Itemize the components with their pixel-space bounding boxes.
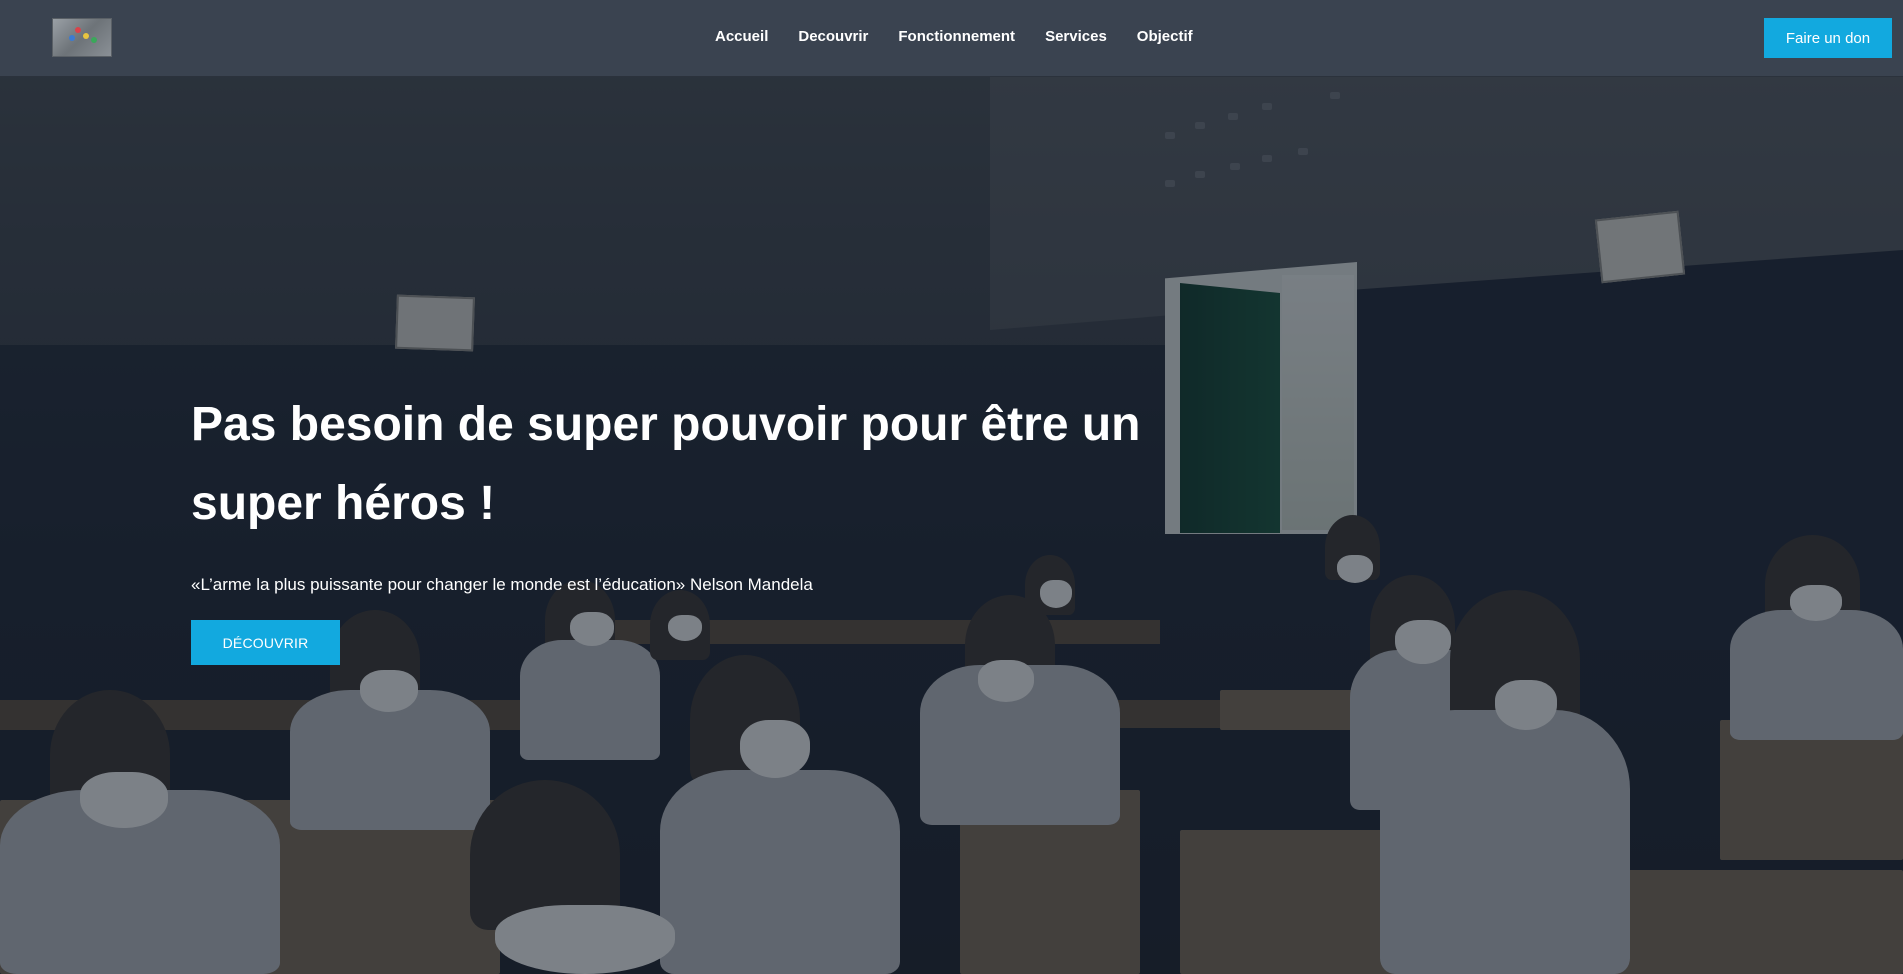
logo-dot	[83, 33, 89, 39]
nav-link-fonctionnement[interactable]: Fonctionnement	[898, 28, 1015, 45]
nav-link-services[interactable]: Services	[1045, 28, 1107, 45]
donate-button[interactable]: Faire un don	[1764, 18, 1892, 58]
organisation-logo-icon[interactable]	[52, 18, 112, 57]
main-navigation: Accueil Decouvrir Fonctionnement Service…	[715, 28, 1193, 45]
top-navbar: Accueil Decouvrir Fonctionnement Service…	[0, 0, 1903, 77]
hero-content: Pas besoin de super pouvoir pour être un…	[191, 385, 1191, 665]
nav-link-decouvrir[interactable]: Decouvrir	[798, 28, 868, 45]
hero-quote: «L’arme la plus puissante pour changer l…	[191, 575, 813, 594]
discover-button[interactable]: DÉCOUVRIR	[191, 620, 340, 665]
logo-dot	[91, 37, 97, 43]
nav-link-accueil[interactable]: Accueil	[715, 28, 768, 45]
hero-title: Pas besoin de super pouvoir pour être un…	[191, 398, 1141, 530]
logo-dot	[75, 27, 81, 33]
logo-dot	[69, 35, 75, 41]
nav-link-objectif[interactable]: Objectif	[1137, 28, 1193, 45]
